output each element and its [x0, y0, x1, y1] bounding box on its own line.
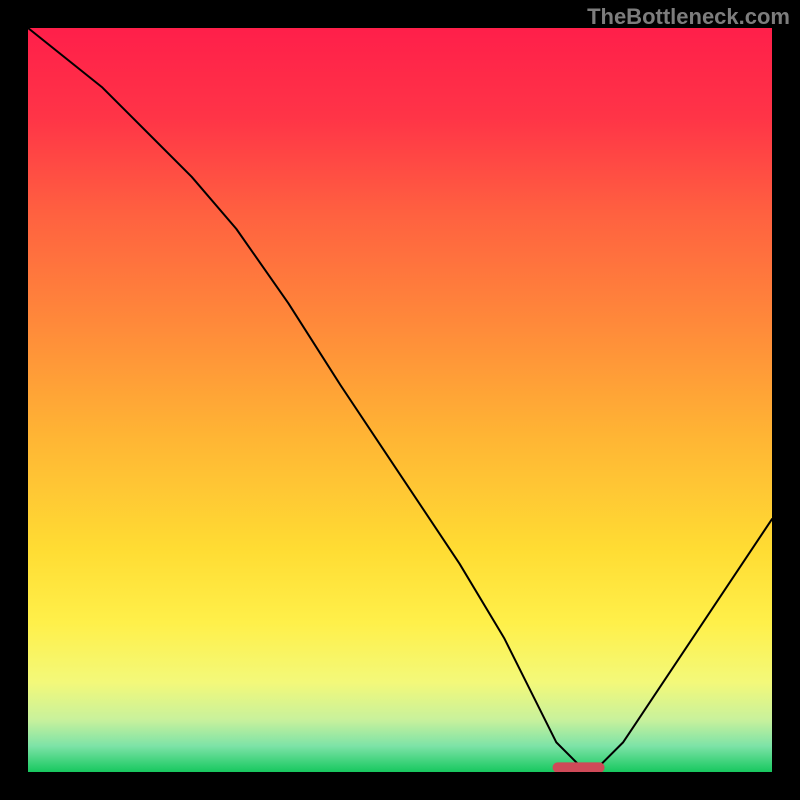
- bottleneck-chart: [28, 28, 772, 772]
- gradient-background: [28, 28, 772, 772]
- watermark-text: TheBottleneck.com: [587, 4, 790, 30]
- optimal-marker: [553, 762, 605, 772]
